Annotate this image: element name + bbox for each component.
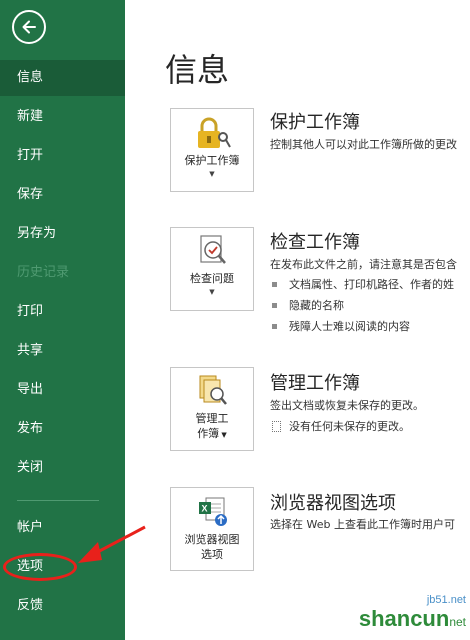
inspect-bullet: 文档属性、打印机路径、作者的姓 [272, 276, 454, 292]
browser-view-options-button[interactable]: X 浏览器视图 选项 [170, 487, 254, 571]
inspect-bullet-text: 文档属性、打印机路径、作者的姓 [289, 278, 454, 291]
svg-text:X: X [202, 504, 208, 514]
inspect-workbook-description: 在发布此文件之前，请注意其是否包含 [270, 258, 457, 271]
page-title: 信息 [165, 51, 230, 89]
watermark: jb51.net shancunnet [359, 594, 466, 632]
watermark-sub: net [449, 615, 466, 629]
manage-workbook-button-label-line2: 作簿 ▼ [171, 427, 253, 442]
check-issues-button-label: 检查问题 [190, 272, 234, 285]
lock-icon [198, 117, 231, 148]
inspect-document-icon [200, 235, 226, 264]
inspect-bullet: 隐藏的名称 [272, 297, 344, 313]
check-issues-button[interactable]: 检查问题 ▼ [170, 227, 254, 311]
document-icon [272, 420, 281, 432]
inspect-bullet-text: 残障人士难以阅读的内容 [289, 320, 410, 333]
inspect-bullet-text: 隐藏的名称 [289, 299, 344, 312]
manage-workbook-description: 签出文档或恢复未保存的更改。 [270, 399, 424, 412]
protect-workbook-button-label: 保护工作簿 [184, 154, 240, 167]
manage-versions-icon [199, 375, 227, 405]
browser-view-options-button-label: 浏览器视图 [184, 533, 240, 546]
protect-workbook-description: 控制其他人可以对此工作簿所做的更改 [270, 138, 457, 151]
protect-workbook-button[interactable]: 保护工作簿 ▼ [170, 108, 254, 192]
watermark-logo: shancunnet [359, 606, 466, 632]
no-unsaved-changes-text: 没有任何未保存的更改。 [289, 420, 410, 433]
manage-workbook-button-label: 管理工 [195, 412, 229, 425]
browser-view-options-title: 浏览器视图选项 [270, 493, 396, 514]
chevron-down-icon: ▼ [219, 431, 227, 439]
no-unsaved-changes-note: 没有任何未保存的更改。 [272, 418, 410, 434]
chevron-down-icon: ▼ [209, 288, 215, 296]
chevron-down-icon: ▼ [209, 170, 215, 178]
excel-web-icon: X [199, 497, 227, 526]
watermark-site: jb51.net [426, 594, 466, 606]
watermark-brand: shancun [358, 606, 450, 631]
manage-workbook-button[interactable]: 管理工 作簿 ▼ [170, 367, 254, 451]
manage-workbook-button-label-text: 作簿 [197, 427, 220, 440]
inspect-workbook-title: 检查工作簿 [270, 232, 360, 253]
browser-view-options-description: 选择在 Web 上查看此工作簿时用户可 [270, 518, 455, 531]
manage-workbook-title: 管理工作簿 [270, 373, 360, 394]
info-pane: 信息 保护工作簿 ▼ 保护工作簿 控制其他人可以对此工作簿所做的更改 检查问题 … [125, 0, 470, 640]
inspect-bullet: 残障人士难以阅读的内容 [272, 318, 410, 334]
protect-workbook-title: 保护工作簿 [270, 112, 360, 133]
browser-view-options-button-label-line2: 选项 [201, 548, 223, 561]
